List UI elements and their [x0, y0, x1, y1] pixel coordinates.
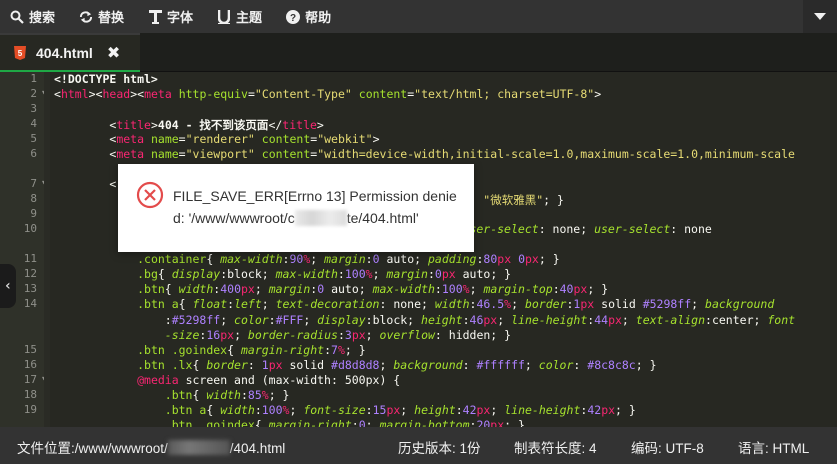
- replace-icon: [79, 10, 93, 24]
- chevron-down-icon: [814, 8, 826, 26]
- history-versions[interactable]: 历史版本: 1份: [398, 437, 481, 457]
- code-line: .btn .lx{ border: 1px solid #d8d8d8; bac…: [137, 358, 657, 372]
- line-number: 9: [30, 207, 37, 220]
- code-line: <: [109, 177, 117, 191]
- line-number: 2: [30, 87, 37, 100]
- line-number: 15: [23, 343, 37, 356]
- tab-size-label: 制表符长度:: [514, 441, 586, 456]
- line-number: 19: [23, 403, 37, 416]
- theme-button[interactable]: 主题: [207, 0, 276, 33]
- encoding-value: UTF-8: [665, 441, 704, 456]
- redacted-region: [167, 440, 230, 455]
- tab-size[interactable]: 制表符长度: 4: [514, 437, 597, 457]
- font-button[interactable]: 字体: [138, 0, 207, 33]
- help-label: 帮助: [305, 10, 332, 25]
- code-line: .bg{ display:block; max-width:100%; marg…: [137, 267, 512, 281]
- file-tab[interactable]: 5 404.html ✖: [0, 33, 140, 73]
- line-number: 18: [23, 388, 37, 401]
- file-path-label: 文件位置:: [17, 441, 75, 456]
- code-line: .btn{ width:400px; margin:0 auto; max-wi…: [137, 282, 609, 296]
- code-line: .btn a{ width:100%; font-size:15px; heig…: [164, 403, 636, 417]
- status-bar: 文件位置:/www/wwwroot/ /404.html 历史版本: 1份 制表符…: [0, 427, 837, 464]
- line-number: 4: [30, 117, 37, 130]
- line-number: 3: [30, 102, 37, 115]
- line-number: 10: [23, 222, 37, 235]
- line-number: 17: [23, 373, 37, 386]
- history-value: 1份: [459, 441, 481, 456]
- code-line: .container{ max-width:90%; margin:0 auto…: [137, 252, 560, 266]
- code-line: <title>404 - 找不到该页面</title>: [109, 118, 324, 132]
- language-label: 语言:: [738, 441, 769, 456]
- menu-button[interactable]: [803, 0, 837, 33]
- close-tab-icon[interactable]: ✖: [107, 43, 120, 63]
- font-label: 字体: [167, 10, 194, 25]
- search-label: 搜索: [29, 10, 56, 25]
- search-button[interactable]: 搜索: [0, 0, 69, 33]
- file-path: 文件位置:/www/wwwroot/ /404.html: [17, 437, 285, 457]
- sidebar-toggle[interactable]: ‹: [0, 264, 16, 308]
- search-icon: [10, 10, 24, 24]
- line-gutter: 1 2 3 4 5 6 7 8 9 10 11 12 13 14 15 16 1…: [0, 72, 46, 427]
- code-line: -size:16px; border-radius:3px; overflow:…: [164, 328, 512, 342]
- code-line: .btn a{ float:left; text-decoration: non…: [137, 297, 775, 311]
- encoding[interactable]: 编码: UTF-8: [631, 437, 704, 457]
- error-message-suffix: te/404.html': [346, 210, 419, 226]
- theme-label: 主题: [236, 10, 263, 25]
- error-circle-icon: [136, 181, 164, 209]
- line-number: 8: [30, 192, 37, 205]
- code-line: @media screen and (max-width: 500px) {: [137, 373, 401, 387]
- code-line: .btn .goindex{ margin-right:7%; }: [137, 343, 366, 357]
- code-line: .btn{ width:85%; }: [164, 388, 290, 402]
- language-value: HTML: [772, 441, 810, 456]
- line-number: 16: [23, 358, 37, 371]
- code-line: <!DOCTYPE html>: [54, 72, 158, 86]
- font-icon: [148, 9, 162, 24]
- history-label: 历史版本:: [398, 441, 456, 456]
- line-number: 7: [30, 177, 37, 190]
- theme-icon: [217, 9, 231, 24]
- code-line: .btn .goindex{ margin-right:0; margin-bo…: [164, 418, 525, 427]
- chevron-left-icon: ‹: [3, 278, 13, 294]
- code-line: <html><head><meta http-equiv="Content-Ty…: [54, 87, 602, 101]
- toolbar: 搜索 替换 字体 主题 ? 帮助: [0, 0, 837, 33]
- file-path-prefix: /www/wwwroot/: [74, 441, 168, 456]
- error-message: FILE_SAVE_ERR[Errno 13] Permission denie…: [173, 185, 463, 229]
- line-number: 5: [30, 132, 37, 145]
- tab-size-value: 4: [589, 441, 597, 456]
- line-number: 6: [30, 147, 37, 160]
- help-icon: ?: [286, 9, 301, 24]
- html5-icon: 5: [14, 46, 26, 60]
- svg-text:5: 5: [18, 49, 23, 58]
- replace-button[interactable]: 替换: [69, 0, 138, 33]
- help-button[interactable]: ? 帮助: [276, 0, 345, 33]
- encoding-label: 编码:: [631, 441, 662, 456]
- language[interactable]: 语言: HTML: [738, 437, 809, 457]
- error-toast: FILE_SAVE_ERR[Errno 13] Permission denie…: [118, 164, 474, 252]
- tab-filename: 404.html: [36, 45, 93, 61]
- tab-bar: 5 404.html ✖: [0, 33, 837, 73]
- redacted-region: [294, 210, 347, 226]
- gutter-border: [44, 72, 50, 427]
- code-line: <meta name="renderer" content="webkit">: [109, 132, 380, 146]
- line-number: 1: [30, 72, 37, 85]
- code-line: :#5298ff; color:#FFF; display:block; hei…: [164, 313, 796, 327]
- file-path-suffix: /404.html: [229, 441, 286, 456]
- code-line: <meta name="viewport" content="width=dev…: [109, 147, 795, 161]
- svg-text:?: ?: [290, 13, 296, 24]
- replace-label: 替换: [98, 10, 125, 25]
